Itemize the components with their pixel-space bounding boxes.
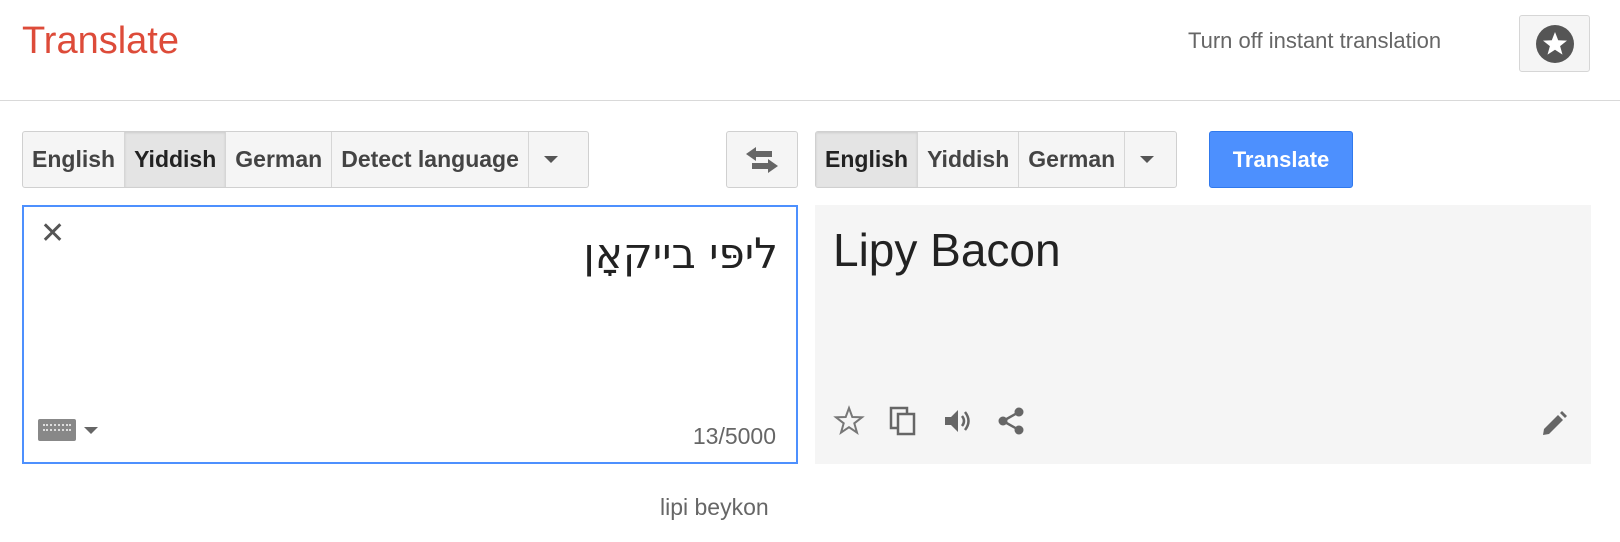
target-lang-yiddish[interactable]: Yiddish — [918, 132, 1020, 187]
translate-button[interactable]: Translate — [1209, 131, 1353, 188]
transliteration-text: lipi beykon — [660, 494, 769, 520]
keyboard-icon — [38, 419, 76, 441]
star-outline-icon[interactable] — [833, 405, 865, 437]
source-lang-german[interactable]: German — [226, 132, 333, 187]
result-toolbar — [833, 405, 1027, 437]
close-icon[interactable]: ✕ — [40, 219, 65, 249]
share-icon[interactable] — [995, 405, 1027, 437]
star-icon — [1535, 24, 1574, 63]
instant-translation-toggle-link[interactable]: Turn off instant translation — [1188, 28, 1441, 54]
input-tools-button[interactable] — [38, 419, 98, 441]
source-language-bar: English Yiddish German Detect language — [22, 131, 589, 188]
chevron-down-icon — [1140, 156, 1155, 163]
chevron-down-icon — [543, 156, 558, 163]
swap-icon — [746, 146, 778, 173]
speaker-icon[interactable] — [941, 405, 973, 437]
source-text[interactable]: ליפּי בייקאָן — [583, 229, 778, 278]
translation-text: Lipy Bacon — [833, 224, 1061, 276]
source-text-area[interactable]: ✕ ליפּי בייקאָן 13/5000 — [22, 205, 798, 464]
pencil-icon[interactable] — [1539, 409, 1569, 444]
target-lang-english[interactable]: English — [816, 132, 919, 187]
source-lang-detect[interactable]: Detect language — [332, 132, 529, 187]
app-title: Translate — [22, 20, 179, 62]
source-lang-dropdown[interactable] — [529, 132, 573, 187]
target-lang-german[interactable]: German — [1019, 132, 1126, 187]
translation-result-area: Lipy Bacon — [815, 205, 1591, 464]
character-count: 13/5000 — [692, 423, 776, 449]
copy-icon[interactable] — [887, 405, 919, 437]
starred-phrasebook-button[interactable] — [1519, 15, 1590, 72]
target-lang-dropdown[interactable] — [1125, 132, 1169, 187]
top-bar: Translate Turn off instant translation — [0, 0, 1620, 101]
swap-languages-button[interactable] — [726, 131, 798, 188]
target-language-bar: English Yiddish German — [815, 131, 1177, 188]
source-lang-english[interactable]: English — [23, 132, 126, 187]
chevron-down-icon — [84, 426, 98, 434]
source-lang-yiddish[interactable]: Yiddish — [125, 132, 227, 187]
